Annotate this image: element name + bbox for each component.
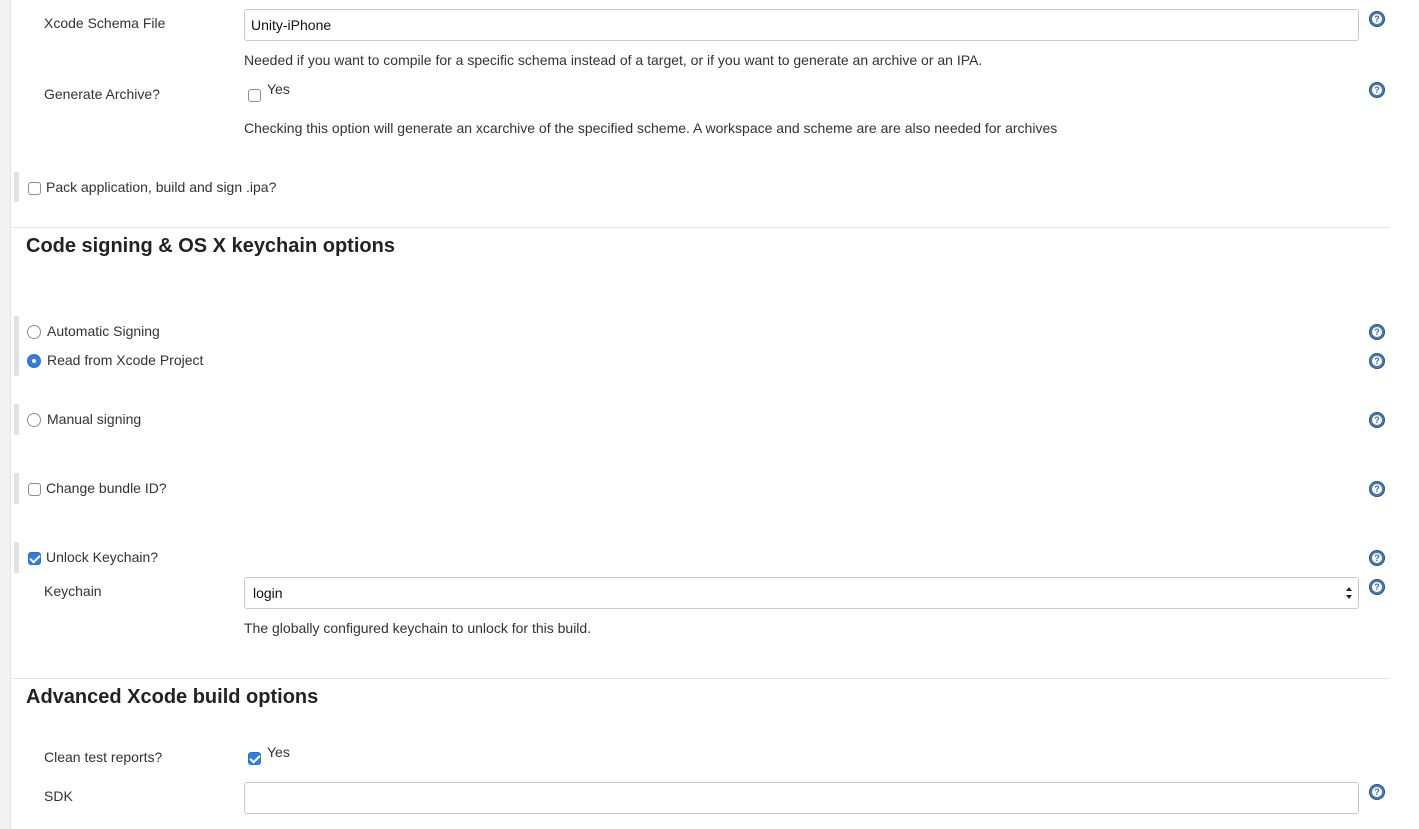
help-icon[interactable]: ? — [1369, 481, 1385, 497]
row-grip — [14, 404, 19, 435]
keychain-select[interactable]: login — [244, 577, 1359, 609]
keychain-description: The globally configured keychain to unlo… — [244, 620, 592, 636]
automatic-signing-label: Automatic Signing — [47, 323, 160, 339]
keychain-select-value: login — [253, 585, 283, 601]
unlock-keychain-checkbox[interactable] — [28, 552, 41, 565]
row-grip — [14, 473, 19, 504]
manual-signing-radio[interactable] — [27, 413, 41, 427]
help-icon[interactable]: ? — [1369, 82, 1385, 98]
manual-signing-label: Manual signing — [47, 411, 142, 427]
xcode-schema-label: Xcode Schema File — [44, 15, 166, 31]
help-icon[interactable]: ? — [1369, 784, 1385, 800]
help-icon[interactable]: ? — [1369, 412, 1385, 428]
xcode-schema-input[interactable] — [244, 9, 1359, 41]
generate-archive-label: Generate Archive? — [44, 86, 160, 102]
generate-archive-description: Checking this option will generate an xc… — [244, 120, 1058, 136]
xcode-schema-description: Needed if you want to compile for a spec… — [244, 52, 983, 68]
section-divider — [12, 227, 1390, 228]
sdk-input[interactable] — [244, 782, 1359, 814]
read-from-project-label: Read from Xcode Project — [47, 352, 204, 368]
code-signing-section-title: Code signing & OS X keychain options — [26, 235, 395, 257]
pack-ipa-checkbox[interactable] — [28, 182, 41, 195]
change-bundle-id-checkbox[interactable] — [28, 483, 41, 496]
generate-archive-option-label: Yes — [267, 81, 290, 97]
select-arrows-icon — [1346, 587, 1352, 599]
clean-test-reports-label: Clean test reports? — [44, 749, 163, 765]
pack-ipa-label: Pack application, build and sign .ipa? — [46, 179, 277, 195]
left-gutter — [0, 0, 11, 829]
row-grip — [14, 542, 19, 573]
generate-archive-checkbox[interactable] — [248, 89, 261, 102]
automatic-signing-radio[interactable] — [27, 325, 41, 339]
help-icon[interactable]: ? — [1369, 579, 1385, 595]
help-icon[interactable]: ? — [1369, 11, 1385, 27]
read-from-project-radio[interactable] — [27, 354, 41, 368]
advanced-section-title: Advanced Xcode build options — [26, 686, 319, 708]
help-icon[interactable]: ? — [1369, 324, 1385, 340]
keychain-label: Keychain — [44, 583, 102, 599]
sdk-label: SDK — [44, 788, 73, 804]
row-grip — [14, 316, 19, 376]
row-grip — [14, 172, 19, 202]
change-bundle-id-label: Change bundle ID? — [46, 480, 167, 496]
section-divider — [12, 678, 1390, 679]
clean-test-reports-option-label: Yes — [267, 744, 290, 760]
help-icon[interactable]: ? — [1369, 353, 1385, 369]
help-icon[interactable]: ? — [1369, 550, 1385, 566]
clean-test-reports-checkbox[interactable] — [248, 752, 261, 765]
unlock-keychain-label: Unlock Keychain? — [46, 549, 159, 565]
